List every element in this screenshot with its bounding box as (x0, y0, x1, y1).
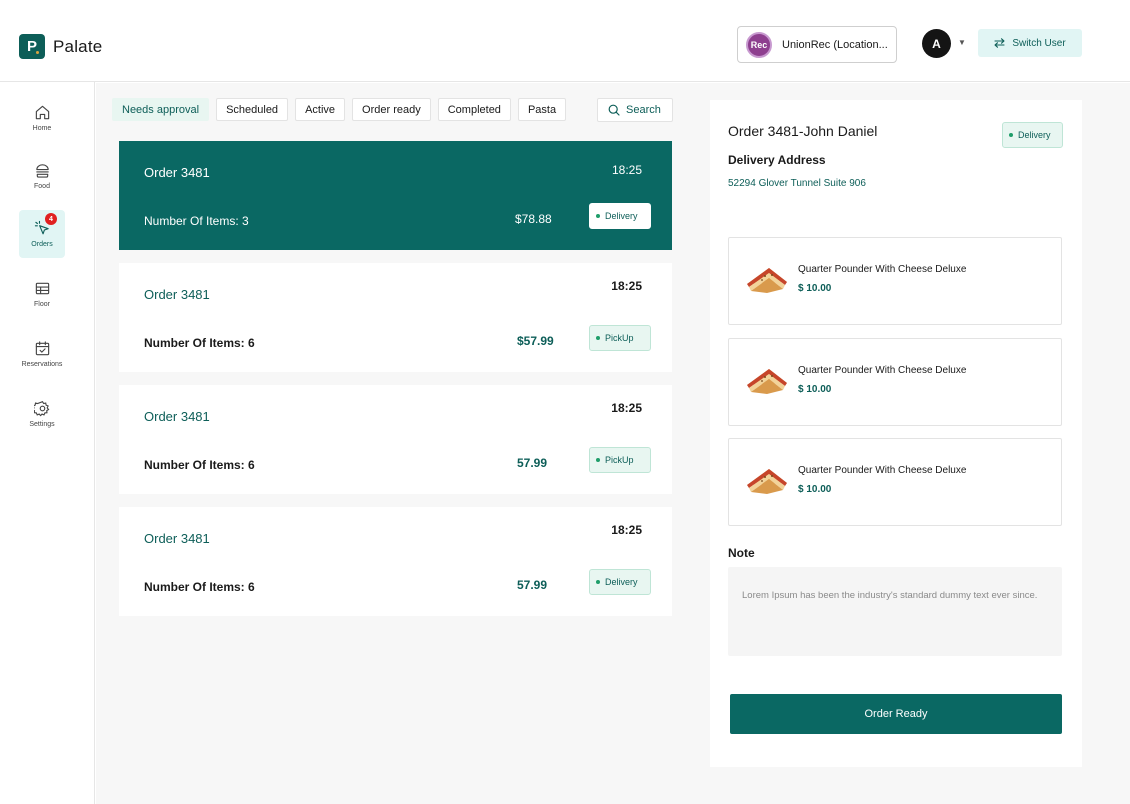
location-logo-icon: Rec (746, 31, 772, 58)
item-price: $ 10.00 (798, 484, 832, 495)
tab-pasta[interactable]: Pasta (517, 98, 567, 121)
sidebar-item-home[interactable]: Home (19, 94, 65, 142)
order-card[interactable]: Order 3481 18:25 Number Of Items: 6 $57.… (119, 263, 672, 372)
sidebar-item-orders[interactable]: 4 Orders (19, 210, 65, 258)
gear-icon (33, 401, 49, 417)
sidebar-item-label: Floor (34, 301, 50, 308)
user-avatar[interactable]: A (922, 29, 951, 58)
delivery-address-label: Delivery Address (728, 153, 826, 167)
sandwich-image-icon (747, 268, 787, 293)
order-time: 18:25 (611, 163, 642, 177)
sidebar-item-food[interactable]: Food (19, 152, 65, 200)
tab-needs-approval[interactable]: Needs approval (112, 98, 210, 121)
item-name: Quarter Pounder With Cheese Deluxe (798, 264, 967, 275)
top-header: P Palate Rec UnionRec (Location... A ▼ S… (0, 0, 1130, 82)
order-item-count: Number Of Items: 6 (144, 336, 255, 350)
sidebar-item-label: Reservations (21, 361, 63, 368)
order-type-badge: PickUp (589, 447, 651, 473)
sandwich-image-icon (747, 469, 787, 494)
order-item-card: Quarter Pounder With Cheese Deluxe $ 10.… (728, 237, 1062, 325)
order-title: Order 3481 (144, 409, 210, 424)
order-type-badge: Delivery (589, 569, 651, 595)
order-time: 18:25 (611, 401, 642, 415)
order-type-badge: PickUp (589, 325, 651, 351)
note-text: Lorem Ipsum has been the industry's stan… (742, 590, 1038, 601)
order-type-badge: Delivery (589, 203, 651, 229)
sidebar-item-label: Settings (29, 421, 55, 428)
delivery-address: 52294 Glover Tunnel Suite 906 (728, 178, 866, 189)
calendar-check-icon (35, 341, 49, 356)
order-time: 18:25 (611, 523, 642, 537)
sidebar-item-label: Orders (31, 241, 53, 248)
sidebar: Home Food 4 Orders Floor Reservations Se… (0, 82, 95, 804)
order-ready-button[interactable]: Order Ready (730, 694, 1062, 734)
sidebar-item-label: Food (34, 183, 50, 190)
caret-down-icon[interactable]: ▼ (958, 38, 966, 47)
app-logo[interactable]: P Palate (19, 34, 102, 59)
orders-count-badge: 4 (45, 213, 57, 225)
order-item-count: Number Of Items: 6 (144, 458, 255, 472)
order-time: 18:25 (611, 279, 642, 293)
tab-order-ready[interactable]: Order ready (352, 98, 431, 121)
order-price: $57.99 (517, 334, 554, 348)
tab-completed[interactable]: Completed (437, 98, 511, 121)
burger-icon (35, 164, 49, 178)
note-label: Note (728, 546, 755, 560)
item-price: $ 10.00 (798, 283, 832, 294)
search-button[interactable]: Search (597, 98, 673, 122)
order-detail-panel: Order 3481-John Daniel Delivery Delivery… (710, 100, 1082, 767)
order-price: 57.99 (517, 578, 548, 592)
tab-scheduled[interactable]: Scheduled (216, 98, 289, 121)
order-item-count: Number Of Items: 6 (144, 580, 255, 594)
sandwich-image-icon (747, 369, 787, 394)
order-price: 57.99 (517, 456, 548, 470)
order-card[interactable]: Order 3481 18:25 Number Of Items: 6 57.9… (119, 507, 672, 616)
order-card[interactable]: Order 3481 18:25 Number Of Items: 6 57.9… (119, 385, 672, 494)
item-name: Quarter Pounder With Cheese Deluxe (798, 365, 967, 376)
location-name: UnionRec (Location... (782, 38, 888, 51)
note-field[interactable]: Lorem Ipsum has been the industry's stan… (728, 567, 1062, 656)
swap-arrows-icon (994, 38, 1005, 48)
item-name: Quarter Pounder With Cheese Deluxe (798, 465, 967, 476)
order-status-tabs: Needs approval Scheduled Active Order re… (112, 98, 567, 121)
location-selector[interactable]: Rec UnionRec (Location... (737, 26, 897, 63)
order-item-card: Quarter Pounder With Cheese Deluxe $ 10.… (728, 438, 1062, 526)
order-item-count: Number Of Items: 3 (144, 214, 249, 228)
search-icon (608, 104, 620, 116)
order-title: Order 3481 (144, 531, 210, 546)
app-name: Palate (53, 36, 103, 56)
order-card[interactable]: Order 3481 18:25 Number Of Items: 3 $78.… (119, 141, 672, 250)
tab-active[interactable]: Active (295, 98, 346, 121)
home-icon (35, 105, 49, 120)
detail-title: Order 3481-John Daniel (728, 123, 878, 139)
order-item-card: Quarter Pounder With Cheese Deluxe $ 10.… (728, 338, 1062, 426)
switch-user-button[interactable]: Switch User (978, 29, 1082, 57)
sidebar-item-reservations[interactable]: Reservations (19, 330, 65, 378)
table-icon (35, 282, 49, 295)
detail-order-type-badge: Delivery (1002, 122, 1063, 148)
item-price: $ 10.00 (798, 384, 832, 395)
sidebar-item-settings[interactable]: Settings (19, 390, 65, 438)
sidebar-item-floor[interactable]: Floor (19, 270, 65, 318)
order-price: $78.88 (515, 212, 552, 226)
sidebar-item-label: Home (32, 125, 52, 132)
search-label: Search (626, 104, 661, 116)
palate-logo-icon: P (19, 34, 45, 59)
switch-user-label: Switch User (1012, 37, 1066, 49)
order-title: Order 3481 (144, 287, 210, 302)
order-title: Order 3481 (144, 165, 210, 180)
